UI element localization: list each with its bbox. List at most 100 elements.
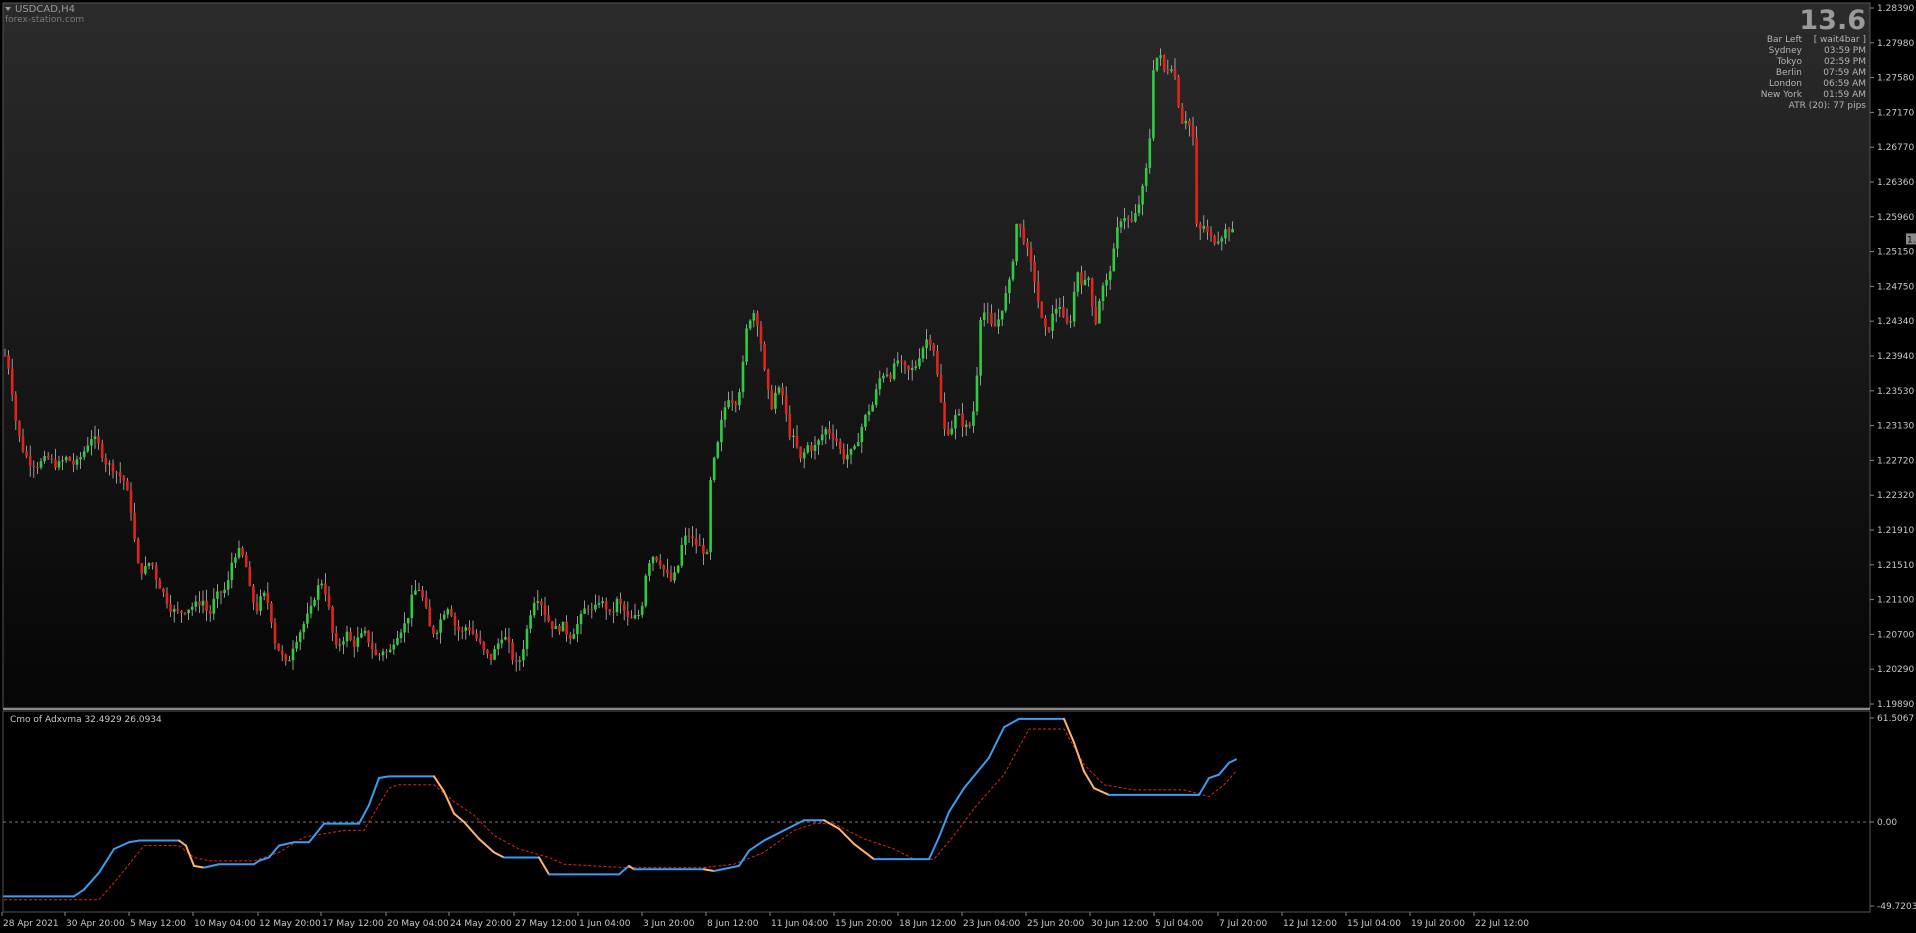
candle-body bbox=[835, 438, 838, 442]
candle-body bbox=[162, 588, 165, 593]
time-tick-label: 3 Jun 20:00 bbox=[643, 919, 695, 929]
candle-body bbox=[878, 378, 882, 390]
candle-body bbox=[72, 460, 75, 465]
candle-body bbox=[507, 637, 511, 643]
candle-body bbox=[198, 601, 201, 606]
candle-body bbox=[1162, 55, 1166, 70]
candle-body bbox=[885, 374, 889, 376]
price-tick-label: 1.22320 bbox=[1877, 491, 1914, 501]
time-tick-label: 5 May 12:00 bbox=[130, 919, 186, 929]
candle-body bbox=[352, 640, 356, 647]
candle-body bbox=[1022, 227, 1026, 243]
candle-body bbox=[763, 343, 766, 370]
candle-body bbox=[579, 613, 583, 625]
candle-body bbox=[1069, 321, 1072, 323]
candle-body bbox=[464, 627, 468, 631]
candle-body bbox=[1144, 167, 1148, 186]
candle-body bbox=[954, 415, 957, 429]
candle-body bbox=[478, 638, 482, 643]
symbol-header: USDCAD,H4 forex-station.com bbox=[5, 4, 84, 25]
candle-body bbox=[1044, 317, 1047, 328]
candle-body bbox=[795, 435, 799, 447]
candle-body bbox=[223, 589, 226, 594]
candle-body bbox=[68, 457, 72, 461]
candle-body bbox=[972, 411, 975, 426]
candle-body bbox=[882, 375, 885, 379]
atr-label: ATR (20): 77 pips bbox=[1789, 101, 1867, 111]
time-tick-label: 5 Jul 04:00 bbox=[1155, 919, 1204, 929]
candle-body bbox=[1000, 310, 1004, 320]
candle-body bbox=[25, 451, 28, 457]
candle-body bbox=[493, 649, 496, 660]
candle-body bbox=[169, 603, 172, 612]
price-tick-label: 1.21100 bbox=[1877, 596, 1914, 606]
candle-body bbox=[896, 360, 900, 364]
candle-body bbox=[806, 445, 810, 453]
candle-body bbox=[554, 625, 558, 629]
candle-body bbox=[892, 363, 896, 379]
candle-body bbox=[1087, 278, 1090, 280]
candle-body bbox=[338, 644, 342, 646]
time-tick-label: 10 May 04:00 bbox=[194, 919, 256, 929]
candle-body bbox=[118, 472, 122, 477]
candle-body bbox=[90, 439, 93, 446]
candle-body bbox=[93, 436, 97, 440]
candle-body bbox=[648, 563, 651, 576]
candle-body bbox=[993, 323, 997, 327]
candle-body bbox=[1155, 57, 1159, 71]
candle-body bbox=[1116, 227, 1119, 249]
candle-body bbox=[349, 631, 352, 641]
candle-body bbox=[154, 565, 158, 580]
candle-body bbox=[115, 471, 118, 473]
candle-body bbox=[673, 572, 676, 581]
trading-chart[interactable]: 1.28390 1.27980 1.27580 1.27170 1.26770 1.263… bbox=[0, 0, 1916, 933]
candle-body bbox=[766, 369, 770, 390]
time-tick-label: 20 May 04:00 bbox=[387, 919, 449, 929]
candle-body bbox=[417, 589, 421, 591]
price-tick-label: 1.26770 bbox=[1877, 143, 1914, 153]
candle-body bbox=[82, 451, 86, 458]
candle-body bbox=[802, 452, 806, 459]
candle-body bbox=[1148, 138, 1152, 168]
candle-body bbox=[151, 563, 154, 566]
candle-body bbox=[676, 565, 680, 573]
price-tick-label: 1.22720 bbox=[1877, 456, 1914, 466]
time-tick-label: 24 May 20:00 bbox=[450, 919, 512, 929]
candle-body bbox=[1015, 223, 1018, 262]
candle-body bbox=[1112, 248, 1116, 272]
candle-body bbox=[1173, 69, 1177, 77]
candle-body bbox=[28, 456, 32, 466]
candle-body bbox=[237, 548, 241, 558]
candle-body bbox=[1108, 271, 1112, 280]
candle-body bbox=[831, 433, 835, 439]
candle-body bbox=[313, 599, 316, 606]
candle-body bbox=[900, 360, 903, 362]
candle-body bbox=[961, 413, 964, 427]
candle-body bbox=[536, 601, 540, 604]
candle-body bbox=[925, 339, 928, 349]
candle-body bbox=[129, 490, 133, 513]
candle-body bbox=[158, 579, 162, 589]
price-tick-label: 1.23940 bbox=[1877, 352, 1914, 362]
candle-body bbox=[914, 366, 918, 369]
time-tick-label: 30 Apr 20:00 bbox=[66, 919, 125, 929]
candle-body bbox=[504, 637, 507, 640]
candle-body bbox=[381, 651, 385, 656]
candle-body bbox=[1119, 221, 1123, 228]
candle-body bbox=[698, 545, 702, 547]
candle-body bbox=[939, 374, 943, 402]
candle-body bbox=[982, 312, 986, 320]
candle-body bbox=[777, 387, 781, 393]
candle-body bbox=[79, 457, 82, 460]
candle-body bbox=[1123, 218, 1126, 222]
candle-body bbox=[363, 630, 367, 634]
indicator-panel[interactable] bbox=[2, 710, 1871, 913]
candle-body bbox=[720, 419, 723, 443]
candle-body bbox=[774, 392, 777, 409]
candle-body bbox=[1177, 76, 1180, 107]
candle-body bbox=[424, 597, 428, 608]
time-tick-label: 30 Jun 12:00 bbox=[1091, 919, 1148, 929]
candle-body bbox=[1198, 224, 1202, 229]
price-tick-label: 1.24750 bbox=[1877, 282, 1914, 292]
candle-body bbox=[414, 590, 417, 595]
